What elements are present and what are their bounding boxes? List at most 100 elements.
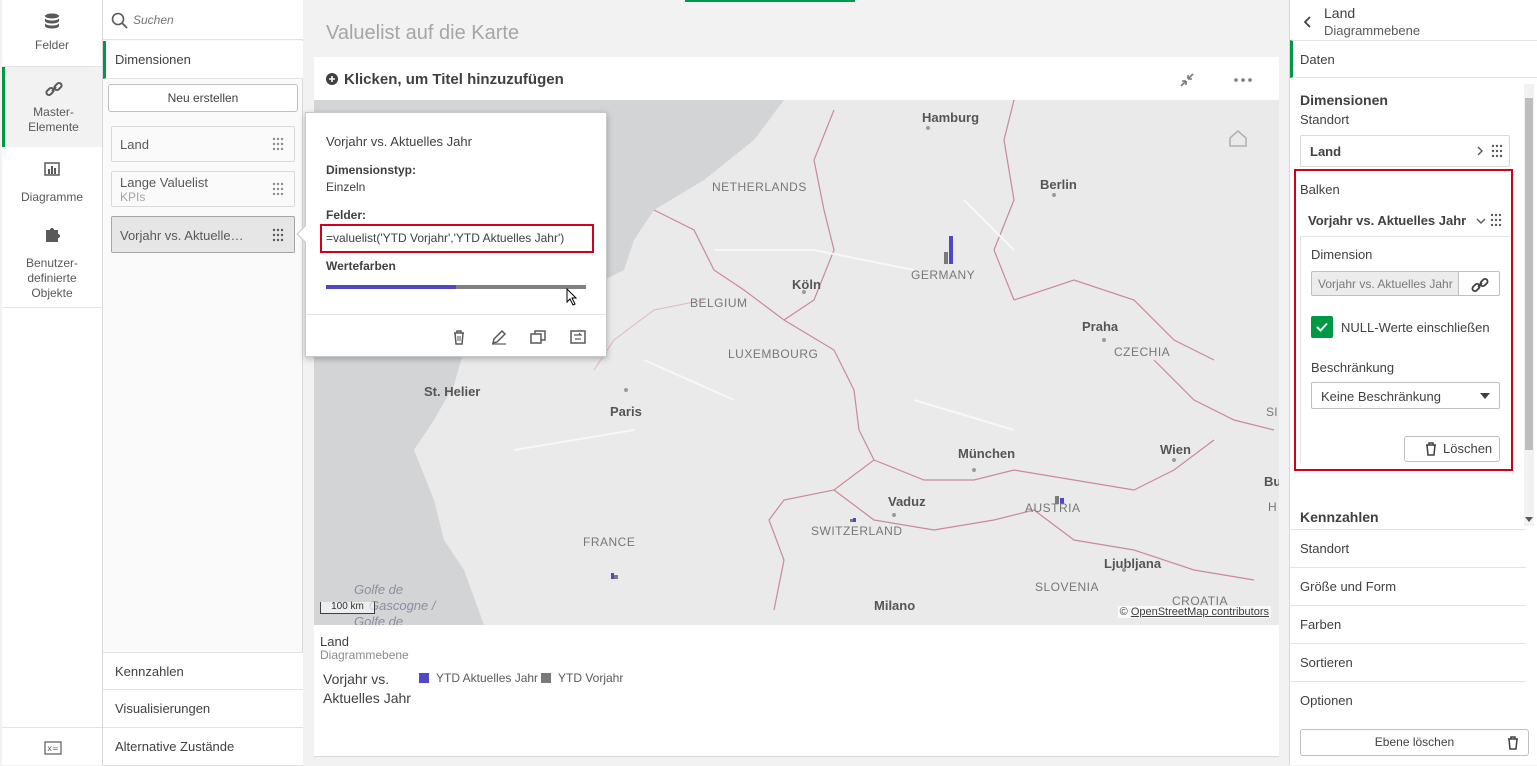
- legend-swatch-current: [419, 673, 429, 683]
- popup-fields-label: Felder:: [326, 208, 367, 222]
- edit-icon[interactable]: [491, 329, 507, 345]
- drag-handle-icon[interactable]: [272, 182, 284, 196]
- map-label-milano: Milano: [874, 598, 916, 613]
- master-item-long-valuelist[interactable]: Lange Valuelist KPIs: [111, 171, 295, 207]
- replace-icon[interactable]: [570, 329, 586, 345]
- checkmark-icon: [1316, 322, 1328, 332]
- chevron-down-icon: [1476, 218, 1486, 224]
- section-options[interactable]: Optionen: [1290, 681, 1526, 719]
- section-alternate-states[interactable]: Alternative Zustände: [103, 728, 303, 766]
- nav-fields[interactable]: Felder: [2, 12, 102, 64]
- master-item-valuelist[interactable]: Vorjahr vs. Aktuelle…: [111, 216, 295, 253]
- location-value: Land: [1310, 144, 1342, 159]
- popup-fields-value: =valuelist('YTD Vorjahr','YTD Aktuelles …: [326, 231, 565, 245]
- map-label-st-helier: St. Helier: [424, 384, 481, 399]
- search-input[interactable]: [133, 10, 293, 30]
- section-sorting[interactable]: Sortieren: [1290, 643, 1526, 681]
- limit-label: Beschränkung: [1311, 360, 1395, 375]
- bar-switzerland-prev: [850, 519, 853, 522]
- drag-handle-icon[interactable]: [272, 137, 284, 151]
- map-label-switzerland: SWITZERLAND: [811, 524, 903, 538]
- popup-colors-label: Wertefarben: [326, 259, 396, 273]
- drag-handle-icon[interactable]: [272, 228, 284, 242]
- map-label-praha: Praha: [1082, 319, 1119, 334]
- dimension-label: Dimension: [1311, 247, 1373, 262]
- section-measures[interactable]: Kennzahlen: [103, 652, 303, 690]
- scrollbar-thumb[interactable]: [1525, 98, 1533, 450]
- null-values-checkbox[interactable]: [1311, 316, 1333, 338]
- section-visualizations[interactable]: Visualisierungen: [103, 690, 303, 728]
- duplicate-icon[interactable]: [530, 329, 546, 345]
- map-label-hamburg: Hamburg: [922, 110, 980, 125]
- drag-handle-icon[interactable]: [1490, 213, 1502, 227]
- section-dimensions[interactable]: Dimensionen: [103, 41, 303, 79]
- delete-icon[interactable]: [452, 329, 466, 345]
- location-label: Standort: [1300, 112, 1350, 127]
- legend-entry-current[interactable]: YTD Aktuelles Jahr: [436, 671, 538, 685]
- tab-data[interactable]: Daten: [1290, 40, 1537, 78]
- bars-dimension-item[interactable]: Vorjahr vs. Aktuelles Jahr: [1300, 205, 1510, 237]
- limit-select[interactable]: Keine Beschränkung: [1311, 382, 1500, 409]
- map-label-vaduz: Vaduz: [888, 494, 926, 509]
- svg-text:x=: x=: [47, 744, 58, 753]
- legend-dimension-line2: Aktuelles Jahr: [323, 690, 411, 706]
- master-item-tag: KPIs: [120, 190, 146, 204]
- assets-panel: Dimensionen Neu erstellen Land Lange Val…: [103, 0, 303, 766]
- legend-entry-previous[interactable]: YTD Vorjahr: [558, 671, 623, 685]
- popup-type-value: Einzeln: [326, 180, 366, 194]
- map-label-netherlands: NETHERLANDS: [712, 180, 807, 194]
- nav-charts[interactable]: Diagramme: [2, 160, 102, 206]
- map-label-paris: Paris: [610, 404, 642, 419]
- map-legend: Land Diagrammebene Vorjahr vs. Aktuelles…: [320, 632, 1275, 752]
- nav-custom-objects[interactable]: Benutzer- definierte Objekte: [2, 224, 102, 300]
- measures-title: Kennzahlen: [1300, 509, 1379, 525]
- map-label-france: FRANCE: [583, 535, 636, 549]
- map-label-hungary: H: [1268, 500, 1278, 514]
- variable-icon[interactable]: x=: [44, 741, 62, 755]
- more-options-icon[interactable]: [1234, 77, 1252, 83]
- osm-attribution-link[interactable]: OpenStreetMap contributors: [1131, 606, 1269, 618]
- delete-dimension-button[interactable]: Löschen: [1404, 436, 1500, 462]
- chart-title-placeholder[interactable]: Klicken, um Titel hinzuzufügen: [344, 71, 564, 88]
- exit-fullscreen-icon[interactable]: [1178, 71, 1196, 89]
- back-chevron-icon[interactable]: [1304, 16, 1312, 28]
- map-label-ljubljana: Ljubljana: [1104, 556, 1162, 571]
- location-dimension-item[interactable]: Land: [1300, 135, 1510, 167]
- bar-germany-curr: [949, 236, 953, 264]
- master-item-label: Vorjahr vs. Aktuelle…: [120, 228, 244, 243]
- map-scale-label: 100 km: [331, 601, 364, 612]
- nav-fields-label: Felder: [34, 38, 69, 52]
- delete-layer-button[interactable]: Ebene löschen: [1300, 729, 1529, 756]
- scroll-down-icon[interactable]: [1525, 517, 1533, 522]
- drag-handle-icon[interactable]: [1491, 144, 1503, 158]
- link-icon: [44, 81, 63, 97]
- map-label-belgium: BELGIUM: [690, 296, 748, 310]
- map-label-bay-3: Golfe de: [354, 614, 404, 625]
- create-new-button[interactable]: Neu erstellen: [108, 84, 298, 112]
- map-label-budapest: Bud: [1264, 474, 1279, 489]
- section-colors[interactable]: Farben: [1290, 605, 1526, 643]
- master-item-label: Land: [120, 137, 149, 152]
- map-label-wien: Wien: [1160, 442, 1191, 457]
- dimension-field[interactable]: Vorjahr vs. Aktuelles Jahr: [1311, 271, 1459, 296]
- sheet-title[interactable]: Valuelist auf die Karte: [326, 22, 519, 45]
- null-values-label: NULL-Werte einschließen: [1341, 320, 1490, 335]
- bar-germany-prev: [944, 252, 948, 264]
- nav-master-items[interactable]: Master- Elemente: [2, 67, 102, 147]
- master-item-land[interactable]: Land: [111, 126, 295, 162]
- section-location[interactable]: Standort: [1290, 529, 1526, 567]
- map-label-germany: GERMANY: [911, 268, 976, 282]
- chevron-right-icon: [1477, 146, 1483, 156]
- map-attribution: © OpenStreetMap contributors: [1117, 606, 1271, 618]
- map-label-slovenia: SLOVENIA: [1035, 580, 1100, 594]
- scrollbar-track[interactable]: [1524, 84, 1534, 526]
- section-size-shape[interactable]: Größe und Form: [1290, 567, 1526, 605]
- dimension-link-button[interactable]: [1458, 271, 1500, 296]
- bar-switzerland-curr: [853, 518, 856, 522]
- map-label-slovakia: Sl: [1266, 405, 1278, 419]
- master-item-popup: Vorjahr vs. Aktuelles Jahr Dimensionstyp…: [296, 112, 607, 357]
- popup-type-label: Dimensionstyp:: [326, 163, 417, 177]
- delete-layer-label: Ebene löschen: [1374, 735, 1455, 749]
- nav-custom-objects-label: Benutzer- definierte Objekte: [25, 256, 79, 300]
- link-icon: [1471, 278, 1489, 292]
